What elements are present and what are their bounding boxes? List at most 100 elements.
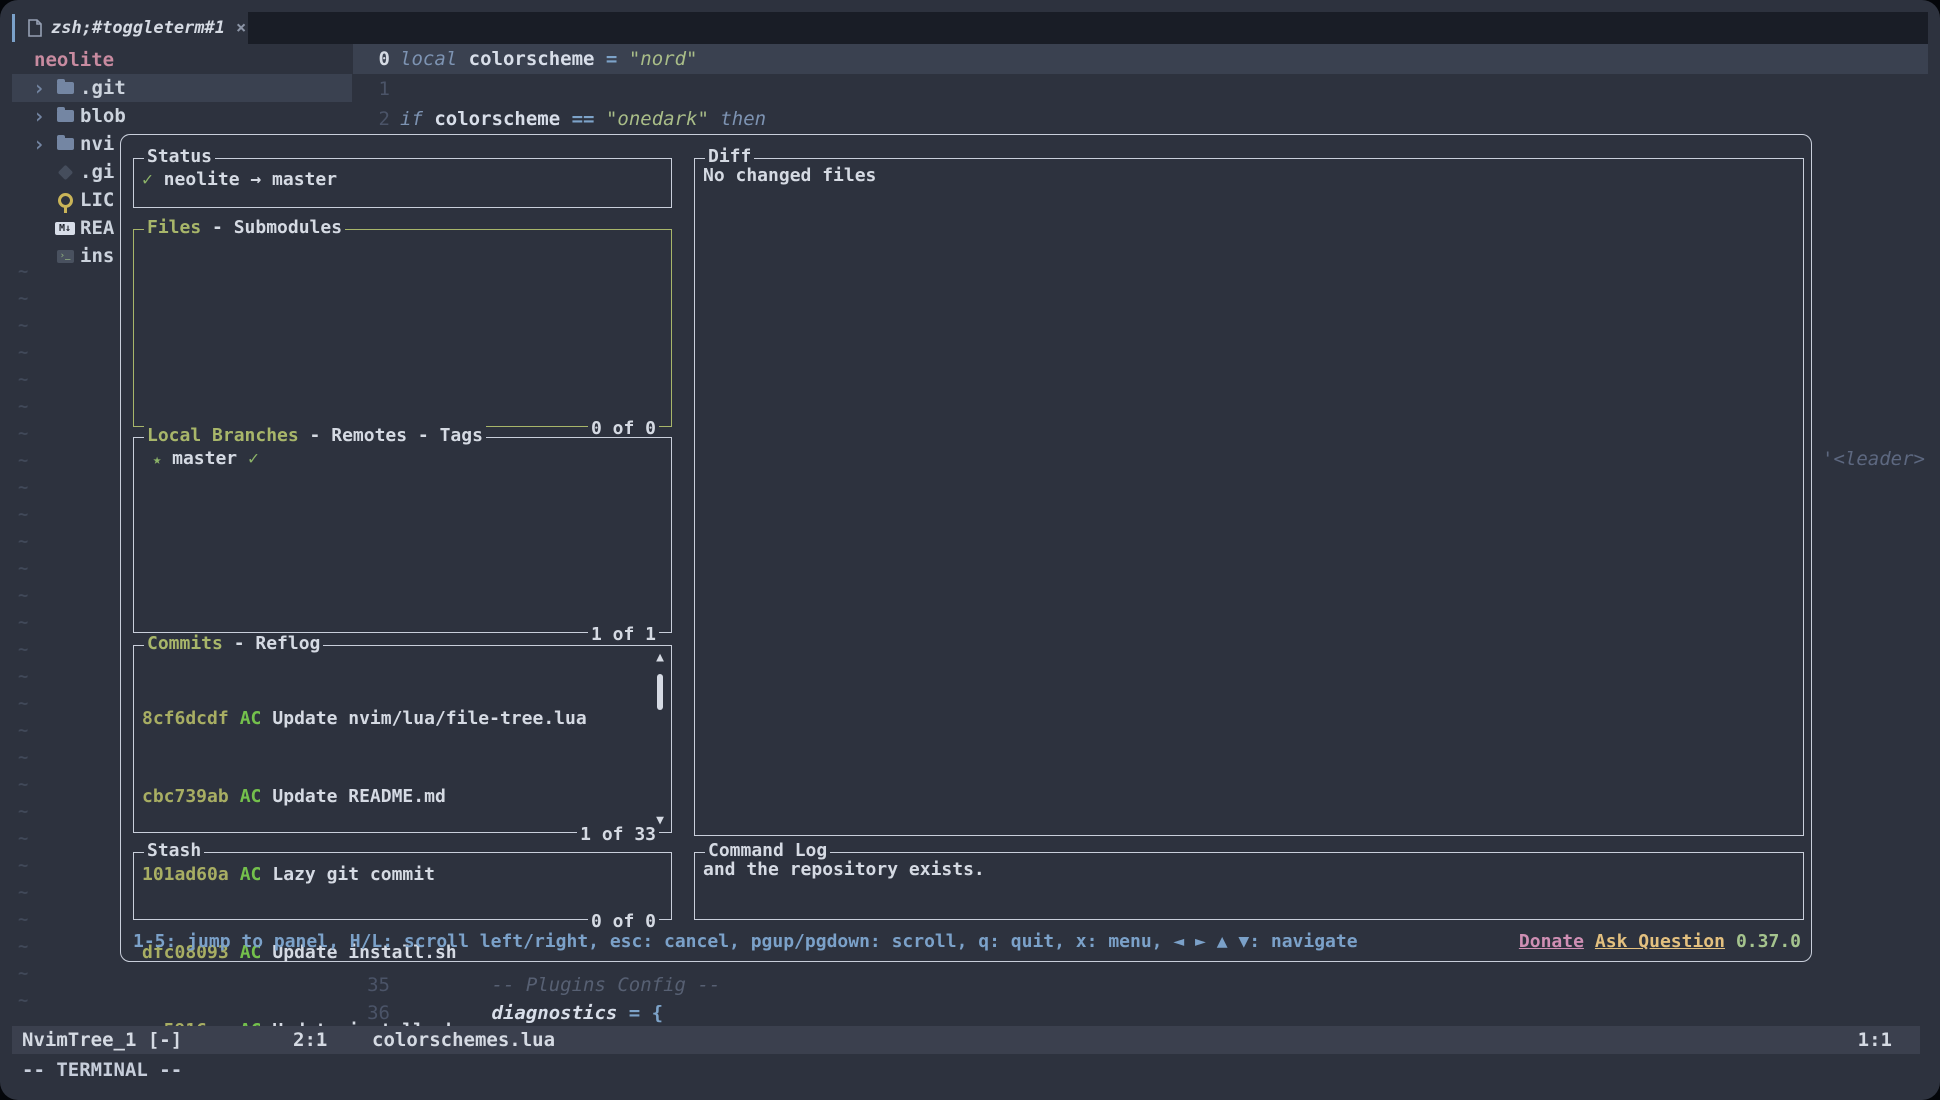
check-icon: ✓ — [142, 169, 153, 190]
statusline-cursor-position: 1:1 — [1858, 1026, 1892, 1054]
branches-panel-title: Local Branches — [147, 425, 299, 446]
shell-icon: ›_ — [50, 250, 80, 263]
code-line-1: 1 — [353, 74, 1928, 104]
chevron-right-icon: › — [28, 132, 50, 156]
files-counter: 0 of 0 — [588, 418, 659, 439]
lazygit-info-bar: 1-5: jump to panel, H/L: scroll left/rig… — [133, 928, 1801, 954]
ask-question-link[interactable]: Ask Question — [1595, 931, 1725, 952]
markdown-icon: M↓ — [50, 222, 80, 235]
folder-icon — [50, 138, 80, 150]
code-line-2: 2if colorscheme == "onedark" then — [353, 104, 1928, 134]
terminal-window: zsh;#toggleterm#1 × neolite › .git › blo… — [0, 0, 1940, 1100]
commits-panel-title: Commits — [147, 633, 223, 654]
tilde-marker: ~ — [18, 771, 28, 798]
tilde-marker: ~ — [18, 528, 28, 555]
tabline: zsh;#toggleterm#1 × — [12, 12, 1928, 44]
statusline: NvimTree_1 [-] 2:1 colorschemes.lua 1:1 — [12, 1026, 1920, 1054]
tilde-marker: ~ — [18, 582, 28, 609]
tab-title: zsh;#toggleterm#1 — [51, 18, 225, 38]
tilde-marker: ~ — [18, 987, 28, 1014]
sidebar-item-readme[interactable]: M↓ REA — [12, 214, 114, 242]
stash-panel[interactable]: Stash 0 of 0 — [133, 852, 672, 920]
tilde-marker: ~ — [18, 663, 28, 690]
statusline-buffer-name: NvimTree_1 [-] — [22, 1026, 182, 1054]
commits-panel[interactable]: Commits - Reflog 8cf6dcdfACUpdate nvim/l… — [133, 645, 672, 833]
active-tab-indicator — [12, 14, 15, 42]
commit-row[interactable]: 8cf6dcdfACUpdate nvim/lua/file-tree.lua — [142, 706, 663, 732]
tilde-marker: ~ — [18, 636, 28, 663]
tilde-marker: ~ — [18, 744, 28, 771]
chevron-right-icon: › — [28, 76, 50, 100]
status-panel-title: Status — [144, 146, 215, 167]
sidebar-item-nvim-folder[interactable]: › nvi — [12, 130, 114, 158]
tilde-marker: ~ — [18, 366, 28, 393]
stash-panel-title: Stash — [144, 840, 204, 861]
donate-link[interactable]: Donate — [1519, 931, 1584, 952]
sidebar-item-gitignore[interactable]: .gi — [12, 158, 114, 186]
tilde-marker: ~ — [18, 420, 28, 447]
mode-indicator: -- TERMINAL -- — [22, 1056, 182, 1084]
screenshot-root: zsh;#toggleterm#1 × neolite › .git › blo… — [0, 0, 1940, 1100]
sidebar-item-blob-folder[interactable]: › blob — [12, 102, 126, 130]
tilde-marker: ~ — [18, 717, 28, 744]
tilde-marker: ~ — [18, 393, 28, 420]
commit-row[interactable]: cbc739abACUpdate README.md — [142, 784, 663, 810]
tab-toggleterm[interactable]: zsh;#toggleterm#1 × — [12, 12, 248, 44]
line-number: 0 — [353, 48, 400, 70]
tilde-marker: ~ — [18, 447, 28, 474]
tilde-marker: ~ — [18, 555, 28, 582]
tilde-marker: ~ — [18, 933, 28, 960]
lazygit-float-window: Status ✓ neolite → master Files - Submod… — [120, 134, 1812, 962]
status-panel[interactable]: Status ✓ neolite → master — [133, 158, 672, 208]
code-line-0: 0local colorscheme = "nord" — [353, 44, 1928, 74]
tilde-marker: ~ — [18, 960, 28, 987]
sidebar-item-git-folder[interactable]: › .git — [12, 74, 126, 102]
statusline-tree-cursor: 2:1 — [293, 1026, 327, 1054]
tilde-marker: ~ — [18, 609, 28, 636]
branches-counter: 1 of 1 — [588, 624, 659, 645]
tree-root-label: neolite — [34, 46, 114, 74]
line-number: 1 — [353, 78, 400, 100]
lazygit-version: 0.37.0 — [1736, 931, 1801, 952]
file-icon — [28, 19, 42, 37]
command-log-title: Command Log — [705, 840, 830, 861]
tilde-marker: ~ — [18, 879, 28, 906]
statusline-filename: colorschemes.lua — [372, 1026, 555, 1054]
keybinding-hints: 1-5: jump to panel, H/L: scroll left/rig… — [133, 931, 1358, 952]
star-icon: ★ — [153, 452, 161, 468]
branches-panel[interactable]: Local Branches - Remotes - Tags ★ master… — [133, 437, 672, 633]
files-panel-title: Files — [147, 217, 201, 238]
scroll-up-icon[interactable]: ▲ — [653, 650, 667, 665]
commits-counter: 1 of 33 — [577, 824, 659, 845]
tilde-marker: ~ — [18, 501, 28, 528]
files-panel[interactable]: Files - Submodules 0 of 0 — [133, 229, 672, 427]
diff-panel[interactable]: Diff No changed files — [694, 158, 1804, 836]
folder-icon — [50, 110, 80, 122]
tilde-marker: ~ — [18, 690, 28, 717]
tilde-marker: ~ — [18, 312, 28, 339]
tilde-marker: ~ — [18, 798, 28, 825]
git-file-icon — [50, 167, 80, 178]
scrollbar-thumb[interactable] — [657, 674, 663, 710]
tilde-marker: ~ — [18, 906, 28, 933]
tab-close-button[interactable]: × — [236, 18, 246, 38]
check-icon: ✓ — [248, 448, 259, 469]
leader-string-hint: '<leader> — [1822, 448, 1925, 470]
line-number: 2 — [353, 108, 400, 130]
tilde-marker: ~ — [18, 339, 28, 366]
command-log-content: and the repository exists. — [695, 853, 1803, 883]
tilde-marker: ~ — [18, 825, 28, 852]
commits-scrollbar[interactable]: ▲ ▼ — [653, 650, 667, 828]
tilde-marker: ~ — [18, 852, 28, 879]
diff-panel-title: Diff — [705, 146, 754, 167]
license-key-icon — [50, 193, 80, 208]
tilde-marker: ~ — [18, 258, 28, 285]
sidebar-item-license[interactable]: LIC — [12, 186, 114, 214]
diff-content: No changed files — [695, 159, 1803, 189]
commit-row[interactable]: abb3506bACUpdate README.md — [142, 1096, 663, 1100]
tilde-marker: ~ — [18, 474, 28, 501]
chevron-right-icon: › — [28, 104, 50, 128]
tilde-marker: ~ — [18, 285, 28, 312]
folder-icon — [50, 82, 80, 94]
command-log-panel[interactable]: Command Log and the repository exists. — [694, 852, 1804, 920]
